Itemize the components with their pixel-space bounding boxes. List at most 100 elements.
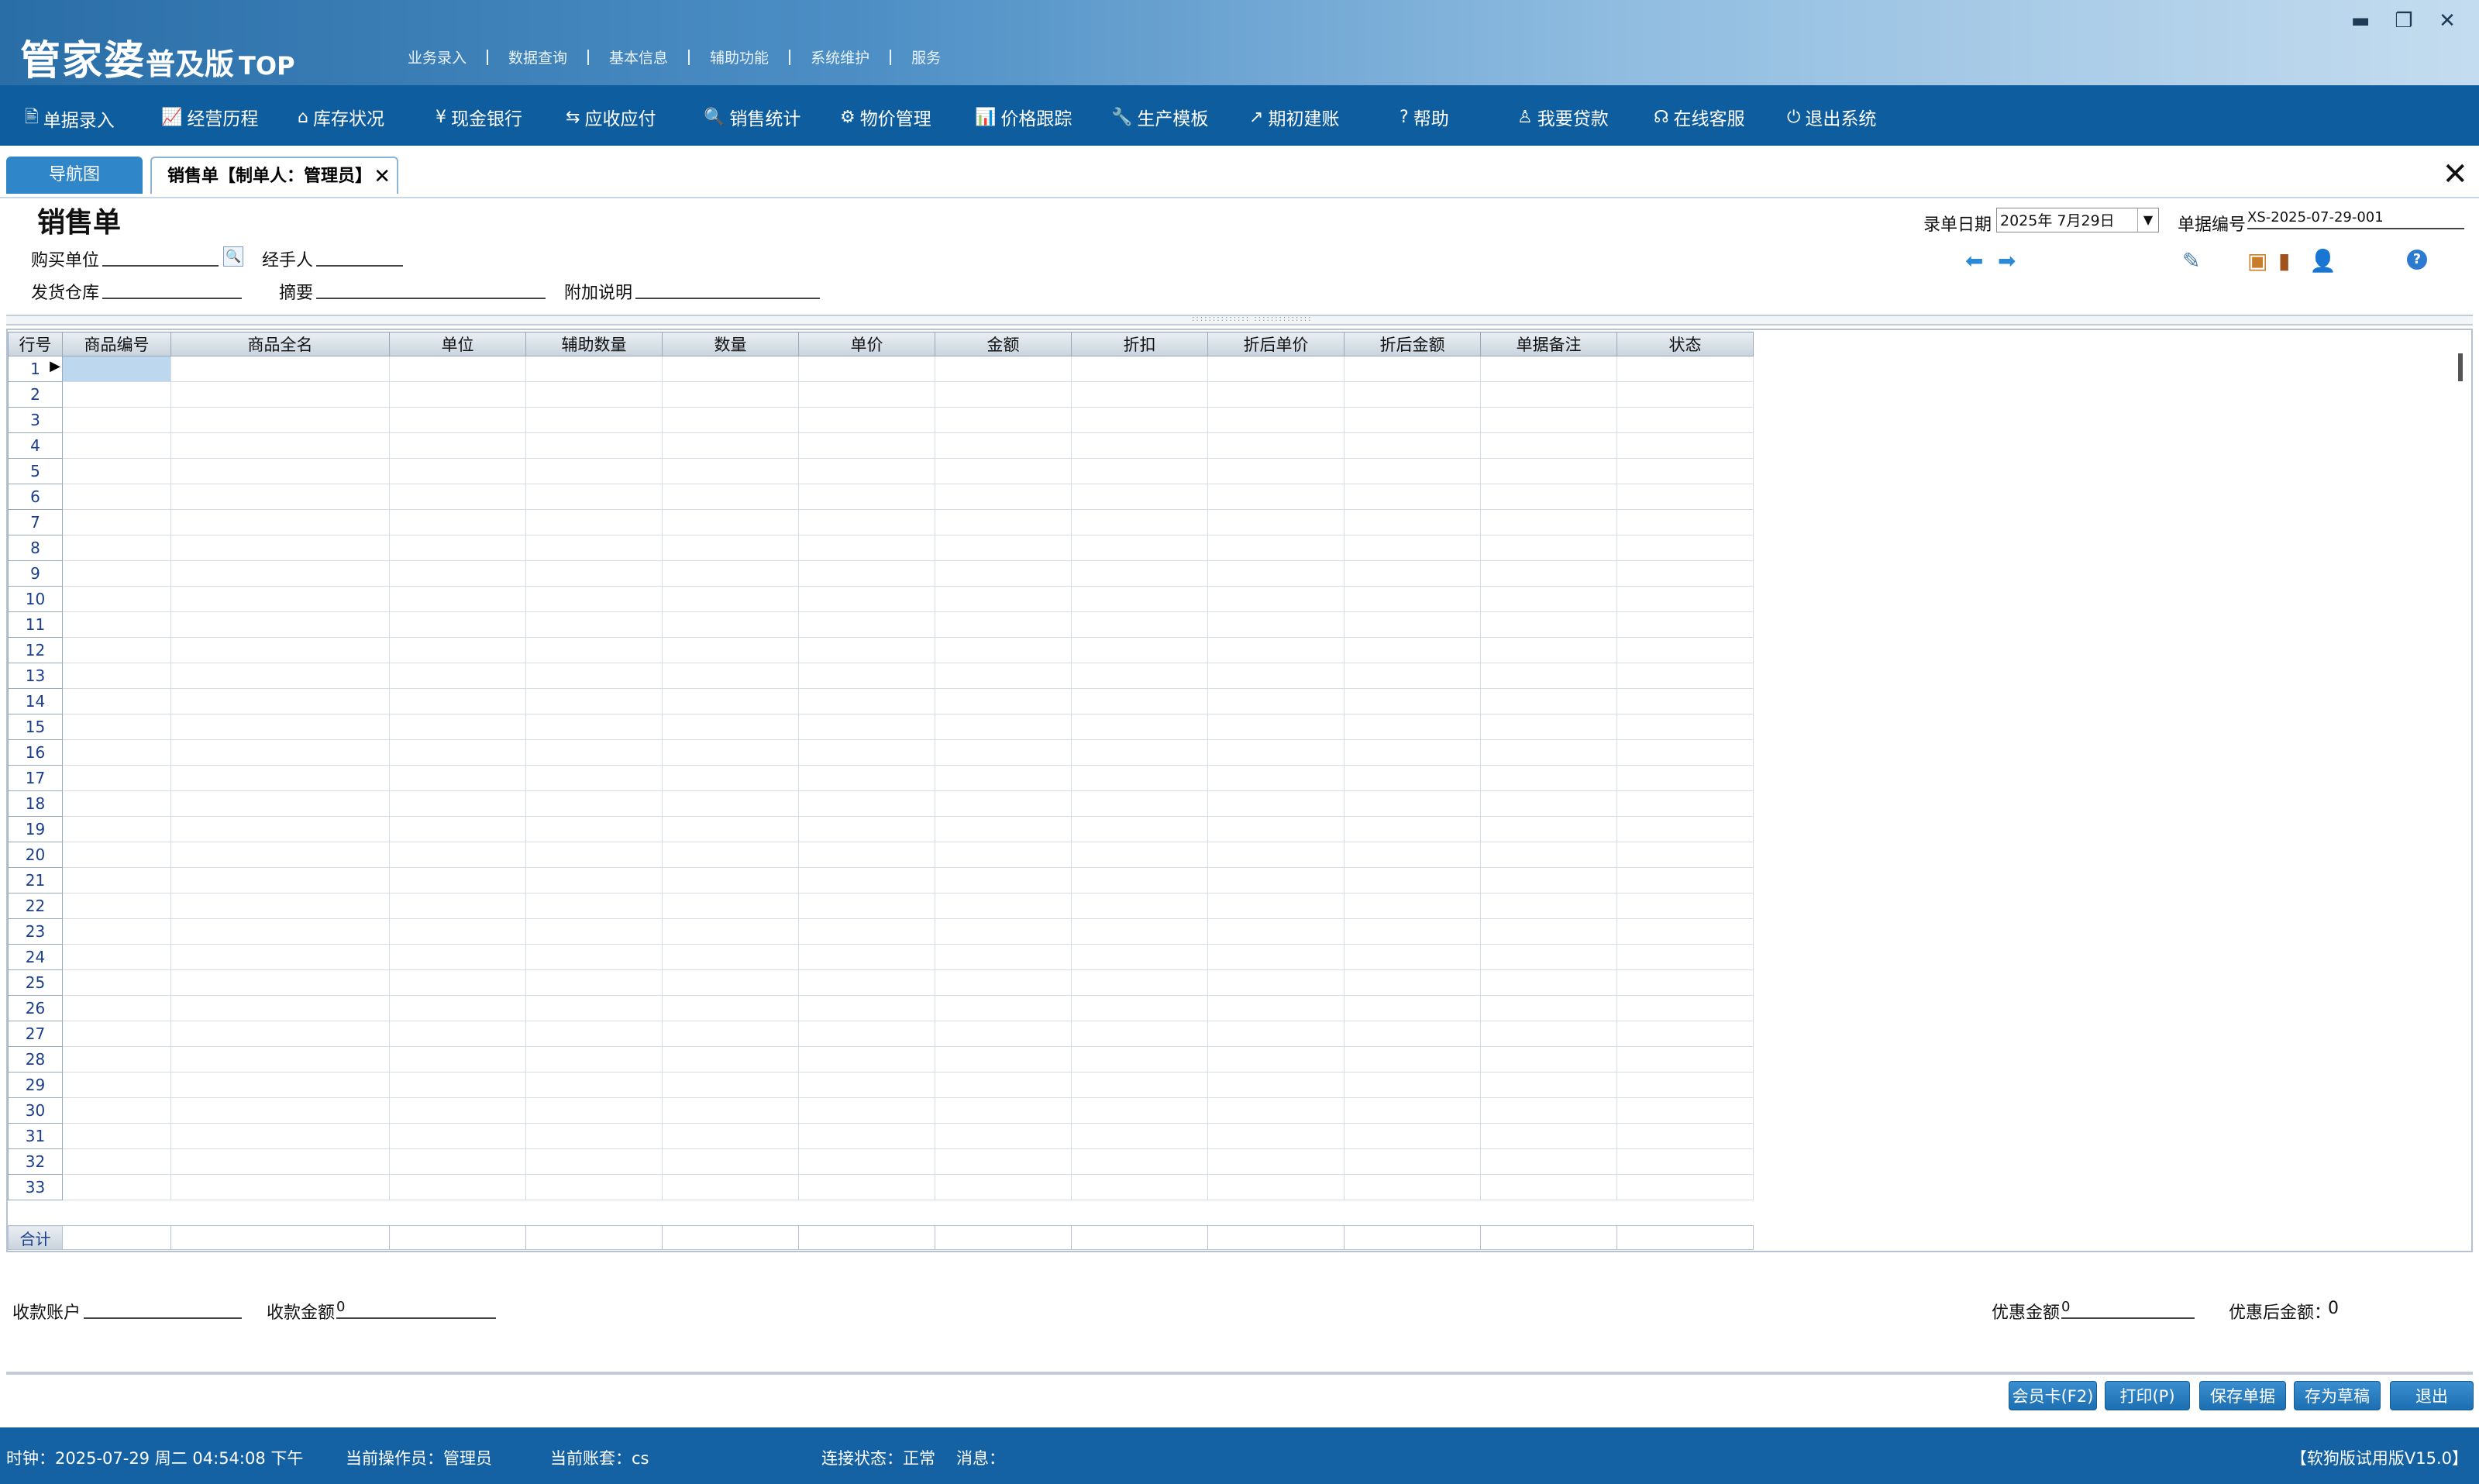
grid-cell[interactable] [525, 663, 663, 689]
grid-cell[interactable] [170, 995, 390, 1021]
grid-cell[interactable] [1480, 611, 1617, 638]
grid-cell[interactable] [662, 432, 799, 459]
row-number[interactable]: 5 [8, 458, 63, 484]
grid-cell[interactable] [389, 1174, 526, 1200]
table-row[interactable]: 28 [8, 1046, 1754, 1073]
panel-splitter[interactable]: :::::::::::::: :::::::::::::: [6, 315, 2473, 325]
table-row[interactable]: 11 [8, 611, 1754, 638]
grid-cell[interactable] [935, 739, 1072, 766]
summary-field[interactable] [316, 279, 546, 299]
row-number[interactable]: 4 [8, 432, 63, 459]
grid-cell[interactable] [1207, 1021, 1345, 1047]
top-menu-item-business-entry[interactable]: 业务录入 [387, 46, 487, 67]
table-row[interactable]: 22 [8, 893, 1754, 919]
row-number[interactable]: 20 [8, 842, 63, 868]
column-header-status[interactable]: 状态 [1617, 332, 1754, 356]
grid-cell[interactable] [798, 1072, 935, 1098]
grid-cell[interactable] [389, 1148, 526, 1175]
grid-cell[interactable] [798, 381, 935, 408]
grid-cell[interactable] [1344, 842, 1481, 868]
grid-cell[interactable] [525, 765, 663, 791]
grid-cell[interactable] [662, 586, 799, 612]
table-row[interactable]: 16 [8, 739, 1754, 766]
table-row[interactable]: 3 [8, 407, 1754, 433]
grid-cell[interactable] [1617, 637, 1754, 663]
grid-cell[interactable] [1344, 995, 1481, 1021]
grid-cell[interactable] [62, 484, 171, 510]
grid-cell[interactable] [525, 739, 663, 766]
grid-cell[interactable] [62, 688, 171, 714]
grid-cell[interactable] [62, 739, 171, 766]
tab-navigation-map[interactable]: 导航图 [6, 157, 143, 194]
grid-cell[interactable] [525, 944, 663, 970]
row-number[interactable]: 19 [8, 816, 63, 842]
grid-cell[interactable] [1617, 535, 1754, 561]
grid-cell[interactable] [1207, 663, 1345, 689]
row-number[interactable]: 28 [8, 1046, 63, 1073]
grid-cell[interactable] [935, 560, 1072, 587]
grid-cell[interactable] [1344, 535, 1481, 561]
grid-cell[interactable] [662, 560, 799, 587]
nav-item-receivables[interactable]: ⇆ 应收应付 [566, 104, 656, 130]
grid-cell[interactable] [62, 765, 171, 791]
grid-cell[interactable] [662, 509, 799, 535]
nav-item-loan[interactable]: ♙ 我要贷款 [1517, 104, 1609, 130]
grid-cell[interactable] [62, 586, 171, 612]
grid-cell[interactable] [1617, 842, 1754, 868]
grid-cell[interactable] [935, 484, 1072, 510]
grid-cell[interactable] [935, 918, 1072, 945]
grid-cell[interactable] [662, 893, 799, 919]
grid-cell[interactable] [62, 1072, 171, 1098]
grid-cell[interactable] [935, 432, 1072, 459]
grid-cell[interactable] [798, 739, 935, 766]
grid-cell[interactable] [389, 663, 526, 689]
grid-cell[interactable] [1344, 637, 1481, 663]
grid-cell[interactable] [525, 1097, 663, 1124]
top-menu-item-service[interactable]: 服务 [891, 46, 961, 67]
grid-cell[interactable] [1617, 816, 1754, 842]
grid-cell[interactable] [1344, 356, 1481, 382]
row-number[interactable]: 9 [8, 560, 63, 587]
grid-cell[interactable] [798, 714, 935, 740]
grid-cell[interactable] [1480, 790, 1617, 817]
grid-cell[interactable] [1071, 611, 1208, 638]
close-tab-icon[interactable]: ✕ [374, 158, 391, 195]
grid-cell[interactable] [62, 816, 171, 842]
grid-cell[interactable] [170, 944, 390, 970]
table-row[interactable]: 23 [8, 918, 1754, 945]
grid-cell[interactable] [62, 995, 171, 1021]
grid-cell[interactable] [1480, 842, 1617, 868]
grid-cell[interactable] [170, 1097, 390, 1124]
grid-cell[interactable] [1207, 560, 1345, 587]
grid-cell[interactable] [1480, 1148, 1617, 1175]
grid-cell[interactable] [935, 893, 1072, 919]
grid-cell[interactable] [662, 356, 799, 382]
grid-cell[interactable] [662, 842, 799, 868]
grid-cell[interactable] [389, 432, 526, 459]
row-number[interactable]: 23 [8, 918, 63, 945]
grid-cell[interactable] [389, 893, 526, 919]
row-number[interactable]: 24 [8, 944, 63, 970]
help-icon[interactable]: ? [2407, 250, 2427, 270]
grid-cell[interactable] [62, 509, 171, 535]
exit-button[interactable]: 退出 [2390, 1381, 2474, 1410]
grid-cell[interactable] [662, 739, 799, 766]
grid-cell[interactable] [389, 867, 526, 893]
grid-cell[interactable] [1071, 1174, 1208, 1200]
grid-cell[interactable] [389, 381, 526, 408]
grid-cell[interactable] [662, 688, 799, 714]
grid-cell[interactable] [170, 458, 390, 484]
grid-cell[interactable] [389, 1097, 526, 1124]
grid-cell[interactable] [798, 969, 935, 996]
grid-cell[interactable] [1480, 1072, 1617, 1098]
grid-cell[interactable] [62, 714, 171, 740]
grid-cell[interactable] [1207, 484, 1345, 510]
grid-cell[interactable] [1207, 586, 1345, 612]
grid-cell[interactable] [1344, 611, 1481, 638]
grid-cell[interactable] [662, 765, 799, 791]
grid-cell[interactable] [935, 637, 1072, 663]
maximize-icon[interactable]: ❐ [2391, 9, 2417, 33]
grid-cell[interactable] [1207, 867, 1345, 893]
grid-cell[interactable] [1480, 893, 1617, 919]
grid-cell[interactable] [798, 484, 935, 510]
